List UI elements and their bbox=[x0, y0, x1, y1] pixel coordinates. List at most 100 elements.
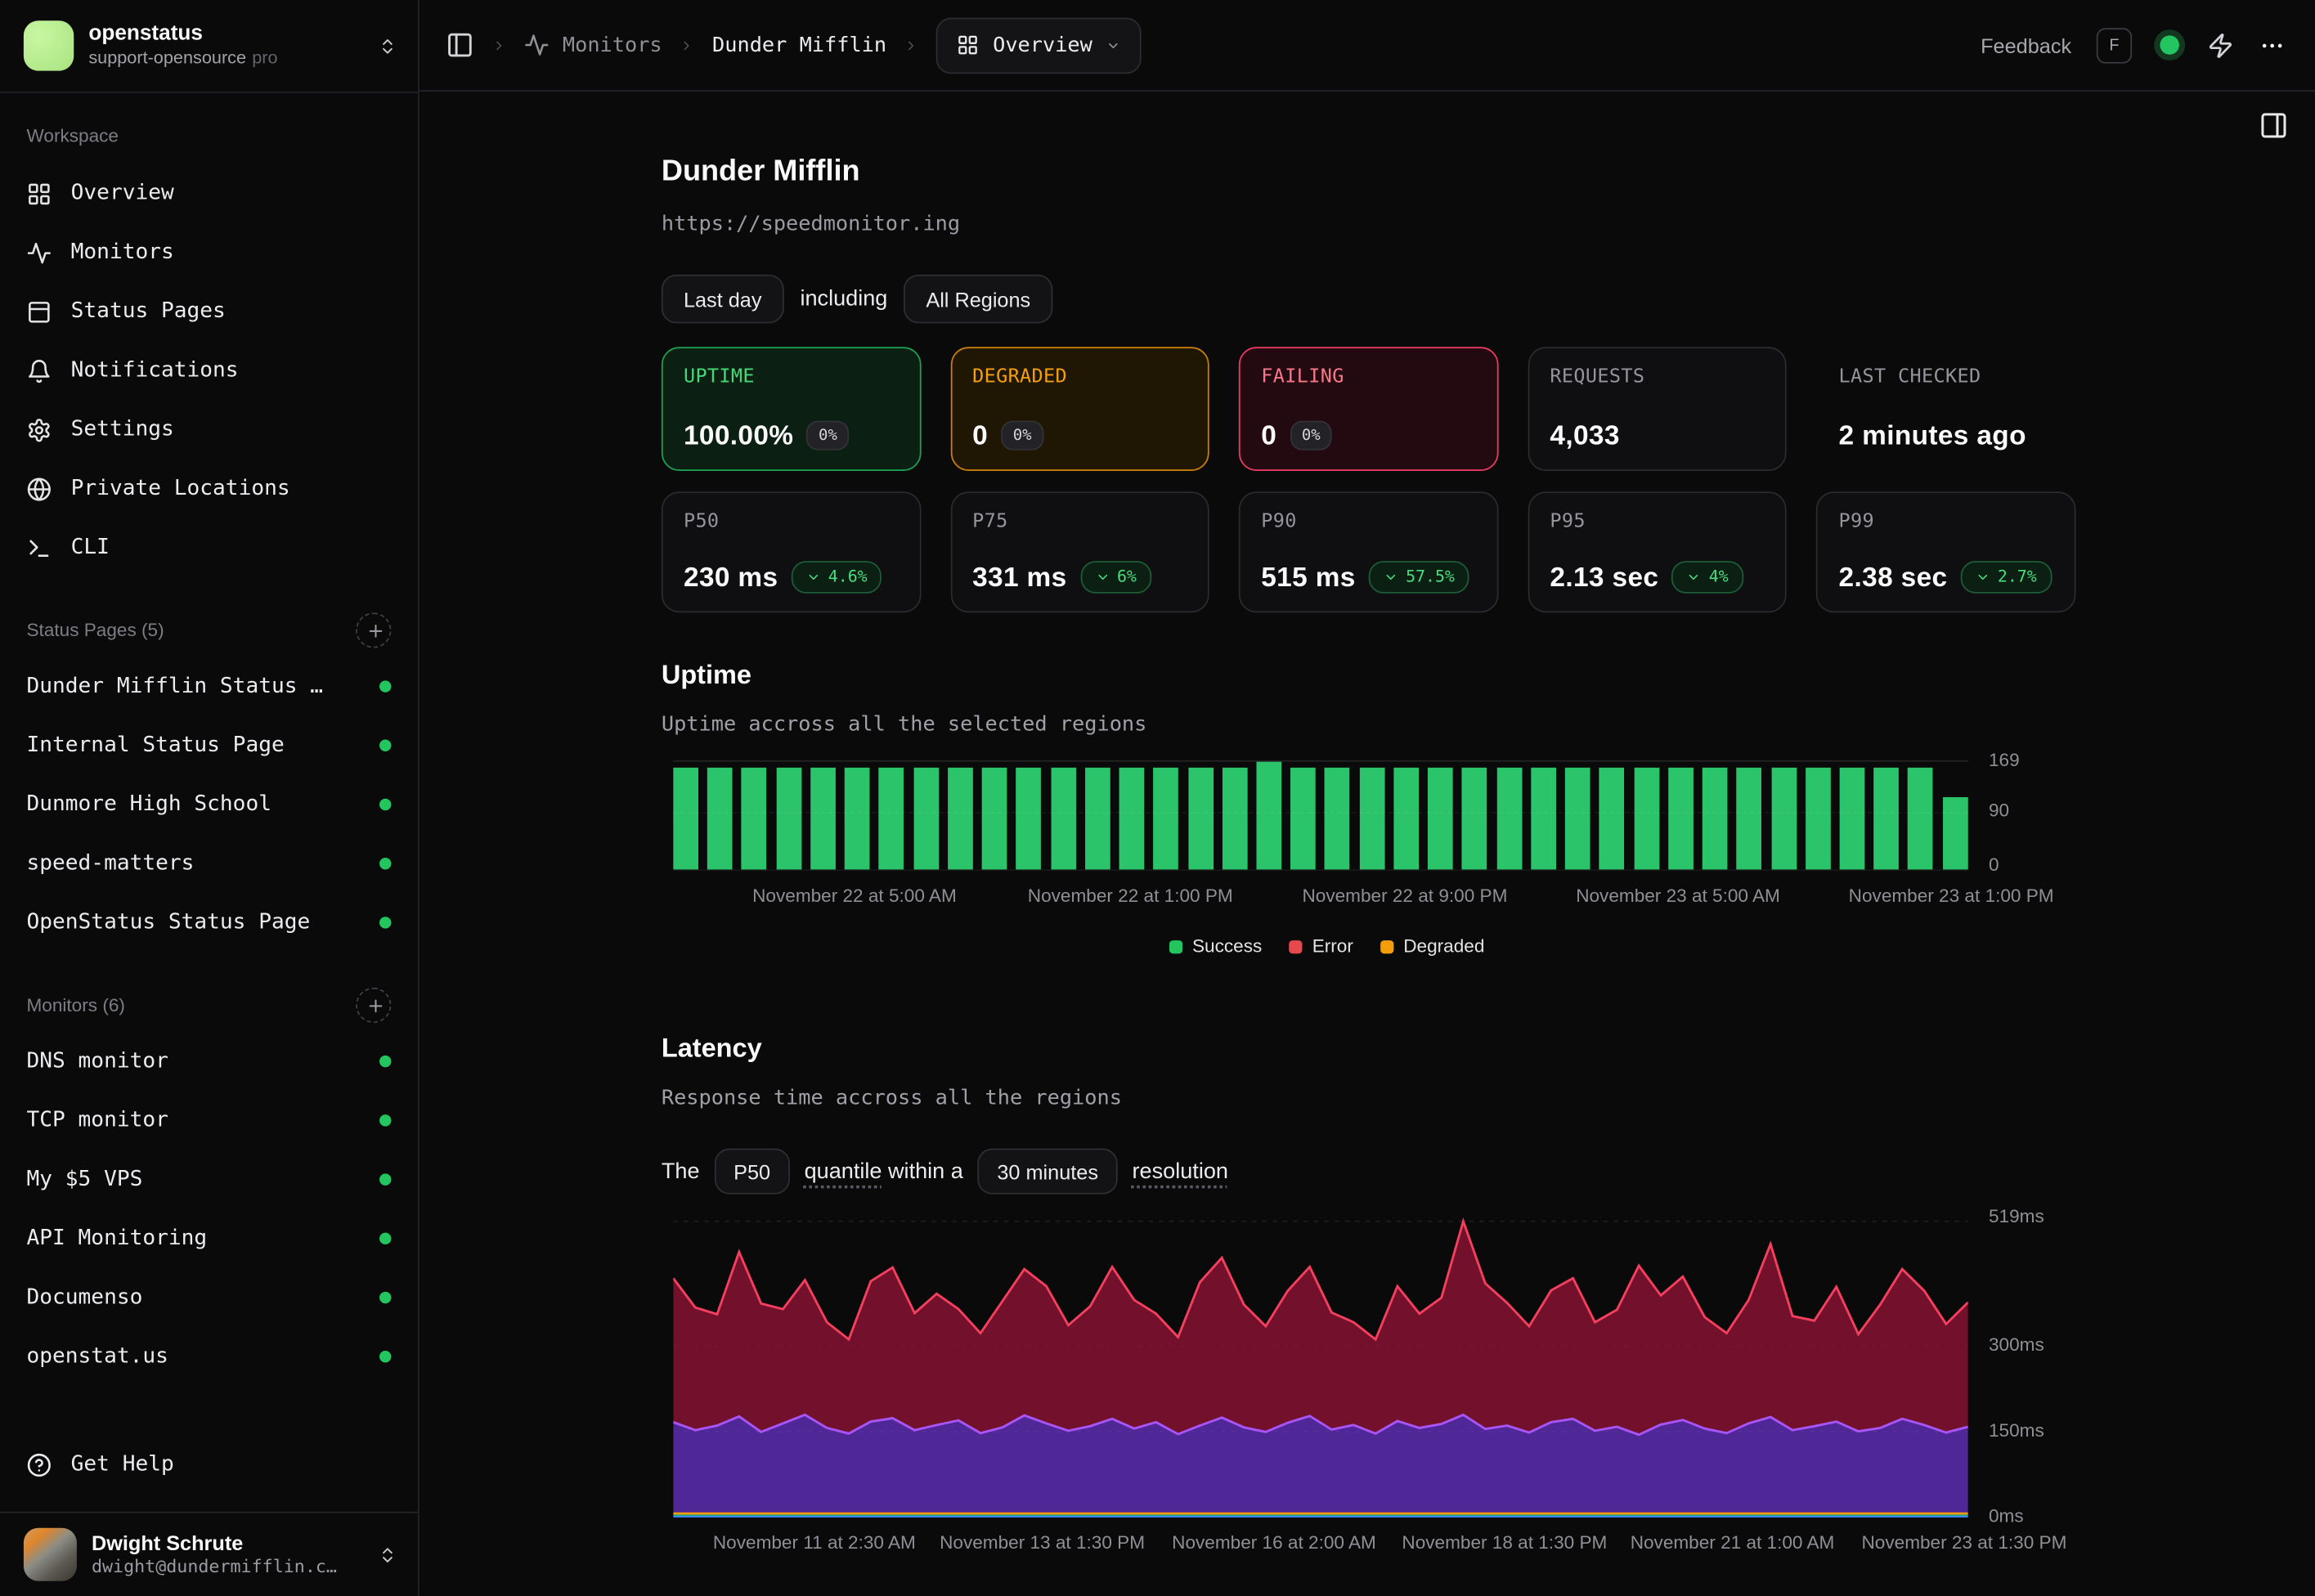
uptime-bar bbox=[1290, 768, 1316, 870]
chevron-down-icon bbox=[1384, 570, 1398, 585]
user-menu[interactable]: Dwight Schrute dwight@dundermifflin.c… bbox=[0, 1512, 418, 1596]
sidebar-item-label: Notifications bbox=[71, 359, 239, 383]
item-label: My $5 VPS bbox=[26, 1168, 142, 1191]
uptime-ytick: 90 bbox=[1989, 800, 2009, 821]
legend-swatch bbox=[1169, 939, 1182, 953]
uptime-bar bbox=[845, 768, 870, 870]
monitor-list: DNS monitor TCP monitor My $5 VPS API Monit… bbox=[24, 1032, 394, 1386]
monitors-section-label: Monitors (6) bbox=[26, 995, 124, 1015]
legend-item: Connect bbox=[1176, 1594, 1268, 1596]
stat-label: UPTIME bbox=[684, 366, 899, 388]
uptime-bar bbox=[1771, 768, 1797, 870]
item-label: Dunmore High School bbox=[26, 793, 271, 817]
percentile-label: P90 bbox=[1261, 511, 1476, 533]
panel-right-toggle-icon[interactable] bbox=[2259, 110, 2288, 140]
percentile-label: P99 bbox=[1839, 511, 2054, 533]
legend-item: Transfer bbox=[1475, 1594, 1567, 1596]
uptime-ytick: 0 bbox=[1989, 854, 1999, 875]
stat-value: 0 bbox=[1261, 419, 1276, 452]
add-status-page-button[interactable] bbox=[356, 612, 391, 648]
stat-label: FAILING bbox=[1261, 366, 1476, 388]
latency-chart: 519ms 300ms 150ms 0ms November 11 at 2:3… bbox=[662, 1215, 1980, 1518]
sidebar-item-cli[interactable]: CLI bbox=[24, 518, 394, 577]
status-cards: UPTIME 100.00%0% DEGRADED 00% FAILING 00… bbox=[662, 347, 2076, 471]
quantile-select-button[interactable]: P50 bbox=[715, 1149, 790, 1195]
delta-badge: 4.6% bbox=[792, 561, 882, 594]
chevron-right-icon bbox=[904, 38, 919, 52]
workspace-plan: support-opensourcepro bbox=[88, 47, 363, 69]
sidebar-item-settings[interactable]: Settings bbox=[24, 400, 394, 459]
chevrons-up-down-icon bbox=[378, 1544, 397, 1563]
uptime-bar bbox=[1599, 768, 1625, 870]
stat-label: REQUESTS bbox=[1550, 366, 1765, 388]
get-help-button[interactable]: Get Help bbox=[24, 1432, 394, 1496]
status-page-item[interactable]: OpenStatus Status Page bbox=[24, 893, 394, 952]
p75-card: P75 331 ms 6% bbox=[950, 491, 1209, 612]
panel-left-toggle-icon[interactable] bbox=[446, 31, 473, 59]
breadcrumb-page[interactable]: Dunder Mifflin bbox=[712, 34, 886, 57]
monitor-item[interactable]: API Monitoring bbox=[24, 1209, 394, 1268]
monitor-item[interactable]: My $5 VPS bbox=[24, 1150, 394, 1208]
uptime-bar bbox=[810, 768, 836, 870]
status-ok-dot bbox=[379, 1114, 391, 1126]
uptime-ytick: 169 bbox=[1989, 750, 2020, 770]
uptime-bar bbox=[1840, 768, 1865, 870]
chevron-down-icon bbox=[1687, 570, 1702, 585]
uptime-chart: 169 90 0 November 22 at 5:00 AM November… bbox=[662, 760, 1980, 957]
resolution-select-button[interactable]: 30 minutes bbox=[978, 1149, 1118, 1195]
regions-button[interactable]: All Regions bbox=[904, 275, 1052, 324]
item-label: DNS monitor bbox=[26, 1050, 168, 1074]
status-page-item[interactable]: Dunmore High School bbox=[24, 775, 394, 834]
percentile-label: P95 bbox=[1550, 511, 1765, 533]
uptime-bar bbox=[742, 768, 767, 870]
workspace-name: openstatus bbox=[88, 22, 363, 47]
workspace-switcher[interactable]: openstatus support-opensourcepro bbox=[0, 0, 418, 93]
chevrons-up-down-icon bbox=[378, 36, 397, 55]
get-help-label: Get Help bbox=[71, 1453, 174, 1477]
topbar: Monitors Dunder Mifflin Overview Feedbac… bbox=[419, 0, 2315, 92]
feedback-button[interactable]: Feedback bbox=[1981, 34, 2071, 57]
status-ok-dot bbox=[379, 917, 391, 928]
zap-icon[interactable] bbox=[2207, 32, 2233, 58]
add-monitor-button[interactable] bbox=[356, 988, 391, 1023]
view-selector-button[interactable]: Overview bbox=[937, 17, 1142, 74]
monitor-item[interactable]: openstat.us bbox=[24, 1327, 394, 1386]
legend-item: Success bbox=[1169, 936, 1262, 957]
breadcrumb-monitors[interactable]: Monitors bbox=[524, 33, 662, 58]
gear-icon bbox=[26, 417, 52, 442]
uptime-bar bbox=[1531, 768, 1556, 870]
status-page-item[interactable]: Internal Status Page bbox=[24, 716, 394, 775]
sidebar-item-label: Private Locations bbox=[71, 477, 290, 500]
plus-icon bbox=[366, 996, 385, 1015]
sidebar-item-notifications[interactable]: Notifications bbox=[24, 341, 394, 400]
global-status-dot[interactable] bbox=[2160, 35, 2178, 54]
more-options-icon[interactable] bbox=[2259, 32, 2285, 58]
sidebar-item-status-pages[interactable]: Status Pages bbox=[24, 282, 394, 341]
delta-badge: 6% bbox=[1080, 561, 1151, 594]
uptime-bar bbox=[673, 768, 698, 870]
monitor-item[interactable]: DNS monitor bbox=[24, 1032, 394, 1091]
sidebar-item-monitors[interactable]: Monitors bbox=[24, 223, 394, 282]
monitor-item[interactable]: TCP monitor bbox=[24, 1091, 394, 1150]
status-page-item[interactable]: speed-matters bbox=[24, 834, 394, 893]
stat-badge: 0% bbox=[1290, 421, 1332, 451]
page-content: Dunder Mifflin https://speedmonitor.ing … bbox=[419, 92, 2315, 1596]
failing-card: FAILING 0 0% bbox=[1239, 347, 1498, 471]
time-range-button[interactable]: Last day bbox=[662, 275, 784, 324]
sidebar-item-private-locations[interactable]: Private Locations bbox=[24, 460, 394, 518]
uptime-bar bbox=[1806, 768, 1831, 870]
plus-icon bbox=[366, 621, 385, 639]
status-pages-section-label: Status Pages (5) bbox=[26, 620, 164, 640]
monitor-item[interactable]: Documenso bbox=[24, 1268, 394, 1327]
chevron-down-icon bbox=[1106, 38, 1120, 52]
sidebar-nav: Overview Monitors Status Pages Notification… bbox=[24, 164, 394, 577]
sidebar-item-overview[interactable]: Overview bbox=[24, 164, 394, 222]
stat-badge: 0% bbox=[1001, 421, 1043, 451]
globe-icon bbox=[26, 476, 52, 501]
user-email: dwight@dundermifflin.c… bbox=[92, 1556, 363, 1578]
sentence-suffix[interactable]: resolution bbox=[1133, 1159, 1228, 1184]
percentile-value: 2.13 sec bbox=[1550, 561, 1658, 594]
sidebar-item-label: Monitors bbox=[71, 240, 174, 264]
p50-card: P50 230 ms 4.6% bbox=[662, 491, 921, 612]
status-page-item[interactable]: Dunder Mifflin Status … bbox=[24, 657, 394, 715]
